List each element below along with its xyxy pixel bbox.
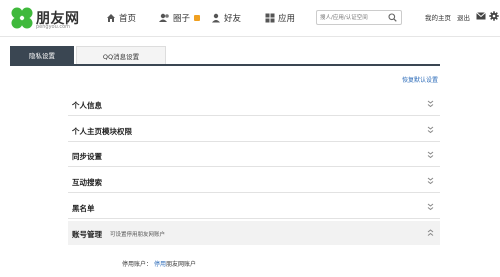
section-account-management[interactable]: 账号管理 可设置停用朋友网账户 xyxy=(68,221,440,245)
deactivate-account-row: 停用账户： 停用朋友网账户 xyxy=(122,259,196,268)
section-homepage-module-permissions[interactable]: 个人主页模块权限 xyxy=(68,118,440,142)
section-sync-settings[interactable]: 同步设置 xyxy=(68,143,440,167)
section-title: 互动搜索 xyxy=(72,178,102,187)
group-icon xyxy=(159,13,169,22)
search-input[interactable] xyxy=(320,11,386,24)
logout-link[interactable]: 退出 xyxy=(457,12,470,22)
section-title: 个人主页模块权限 xyxy=(72,127,132,136)
section-interactive-search[interactable]: 互动搜索 xyxy=(68,169,440,193)
mail-icon[interactable] xyxy=(476,12,486,20)
tab-privacy-settings[interactable]: 隐私设置 xyxy=(10,46,74,64)
chevron-down-icon xyxy=(427,151,434,159)
chevron-down-icon xyxy=(427,203,434,211)
nav-group-label: 圈子 xyxy=(173,14,191,24)
chevron-down-icon xyxy=(427,100,434,108)
chevron-up-icon xyxy=(427,229,434,236)
logo-subtext: pengyou.com xyxy=(36,24,71,30)
nav-group[interactable]: 圈子 xyxy=(159,11,201,25)
nav-home-label: 首页 xyxy=(119,14,137,24)
logo[interactable]: 朋友网 pengyou.com xyxy=(10,6,90,32)
chevron-down-icon xyxy=(427,177,434,185)
deactivate-account-label: 停用账户： xyxy=(122,261,153,268)
new-badge-icon xyxy=(194,15,201,21)
apps-icon xyxy=(265,13,275,23)
nav-friends[interactable]: 好友 xyxy=(211,11,241,25)
section-title: 同步设置 xyxy=(72,152,102,161)
section-personal-info[interactable]: 个人信息 xyxy=(68,92,440,116)
nav-home[interactable]: 首页 xyxy=(106,11,136,25)
clover-logo-icon xyxy=(11,7,33,29)
gear-icon[interactable] xyxy=(489,11,499,21)
section-blacklist[interactable]: 黑名单 xyxy=(68,195,440,219)
my-home-link[interactable]: 我的主页 xyxy=(425,12,451,22)
section-title: 黑名单 xyxy=(72,204,95,213)
friend-icon xyxy=(212,13,220,23)
tab-qq-message-settings[interactable]: QQ消息设置 xyxy=(76,46,166,64)
chevron-down-icon xyxy=(427,126,434,134)
search-icon[interactable] xyxy=(388,13,397,22)
deactivate-link[interactable]: 停用 xyxy=(154,261,166,268)
home-icon xyxy=(107,14,115,22)
top-bar: 朋友网 pengyou.com 首页 圈子 好友 应用 搜人/应用/认证空间 我… xyxy=(0,0,500,37)
restore-default-link[interactable]: 恢复默认设置 xyxy=(402,75,438,84)
nav-apps[interactable]: 应用 xyxy=(265,11,295,25)
settings-tabs: 隐私设置 QQ消息设置 xyxy=(10,46,440,66)
section-title: 账号管理 xyxy=(72,230,102,239)
search-box[interactable] xyxy=(316,10,402,25)
nav-apps-label: 应用 xyxy=(278,14,296,24)
section-title: 个人信息 xyxy=(72,101,102,110)
nav-friends-label: 好友 xyxy=(224,14,242,24)
deactivate-account-text: 朋友网账户 xyxy=(165,261,196,268)
section-description: 可设置停用朋友网账户 xyxy=(110,232,166,238)
